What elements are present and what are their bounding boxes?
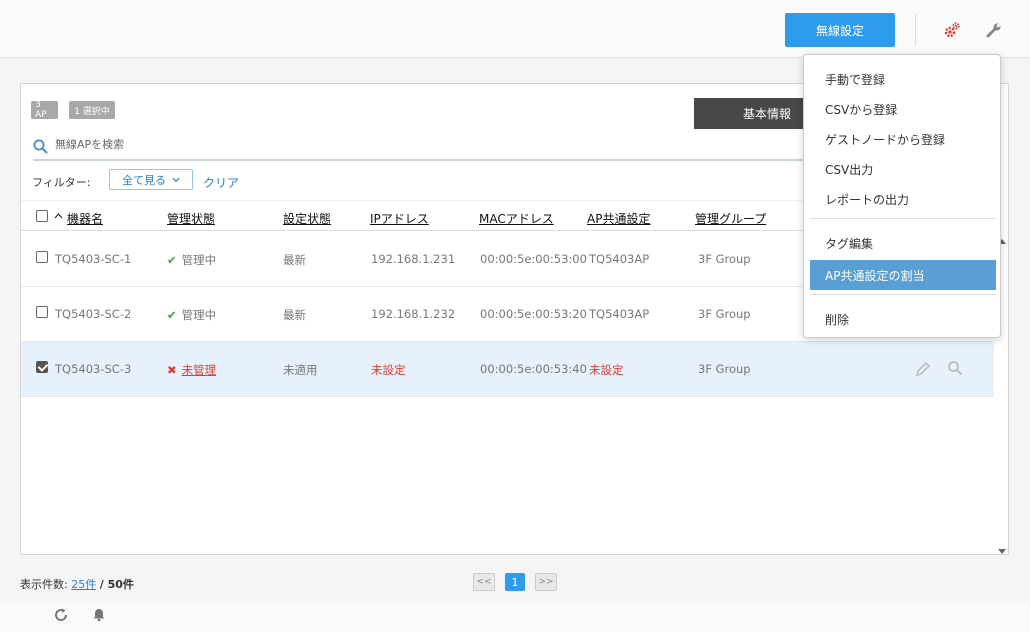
divider bbox=[915, 14, 916, 46]
menu-item-tag-edit[interactable]: タグ編集 bbox=[810, 228, 996, 258]
cell-group: 3F Group bbox=[698, 307, 751, 321]
cross-icon: ✖ bbox=[167, 363, 177, 377]
column-header-admin-status[interactable]: 管理状態 bbox=[167, 210, 215, 227]
cell-group: 3F Group bbox=[698, 252, 751, 266]
scroll-down-icon[interactable] bbox=[998, 549, 1006, 554]
bottom-bar bbox=[0, 601, 1030, 632]
cell-admin-status: ✔ 管理中 bbox=[167, 252, 216, 268]
admin-status-link[interactable]: 未管理 bbox=[182, 363, 217, 377]
cell-name: TQ5403-SC-1 bbox=[55, 252, 132, 266]
cell-ip: 192.168.1.231 bbox=[371, 252, 456, 266]
top-bar: 無線設定 bbox=[0, 0, 1030, 58]
next-page-button[interactable]: >> bbox=[535, 573, 557, 591]
cell-name: TQ5403-SC-3 bbox=[55, 362, 132, 376]
cell-mac: 00:00:5e:00:53:20 bbox=[480, 307, 587, 321]
bell-icon[interactable] bbox=[91, 606, 107, 625]
sort-asc-icon[interactable] bbox=[54, 209, 63, 223]
column-header-name[interactable]: 機器名 bbox=[67, 210, 103, 227]
search-icon[interactable] bbox=[947, 360, 963, 379]
menu-item-csv-export[interactable]: CSV出力 bbox=[810, 154, 996, 184]
cell-group: 3F Group bbox=[698, 362, 751, 376]
menu-item-csv-register[interactable]: CSVから登録 bbox=[810, 94, 996, 124]
table-row[interactable]: TQ5403-SC-3 ✖ 未管理 未適用 未設定 00:00:5e:00:53:… bbox=[21, 342, 994, 397]
wireless-settings-button[interactable]: 無線設定 bbox=[785, 13, 895, 47]
filter-label: フィルター: bbox=[32, 176, 91, 189]
search-input[interactable] bbox=[55, 138, 755, 151]
cell-ip: 未設定 bbox=[371, 363, 406, 377]
chevron-down-icon bbox=[172, 173, 180, 186]
prev-page-button[interactable]: << bbox=[473, 573, 495, 591]
cell-mac: 00:00:5e:00:53:00 bbox=[480, 252, 587, 266]
column-header-ip[interactable]: IPアドレス bbox=[370, 210, 429, 227]
select-all-checkbox[interactable] bbox=[36, 210, 48, 222]
check-icon: ✔ bbox=[167, 308, 177, 322]
column-header-config-status[interactable]: 設定状態 bbox=[283, 210, 331, 227]
row-checkbox[interactable] bbox=[36, 306, 48, 318]
cell-config-status: 未適用 bbox=[283, 363, 318, 377]
cell-ap-common: TQ5403AP bbox=[589, 307, 650, 321]
search-bar bbox=[33, 134, 823, 161]
admin-status-text: 管理中 bbox=[181, 253, 217, 267]
cell-config-status: 最新 bbox=[283, 253, 306, 267]
menu-item-assign-ap-common[interactable]: AP共通設定の割当 bbox=[810, 260, 996, 290]
wrench-icon[interactable] bbox=[984, 20, 1004, 40]
total-count: / 50件 bbox=[99, 578, 134, 591]
cell-config-status: 最新 bbox=[283, 308, 306, 322]
filter-select[interactable]: 全て見る bbox=[109, 169, 193, 190]
column-header-ap-common[interactable]: AP共通設定 bbox=[587, 210, 650, 227]
cell-ap-common: 未設定 bbox=[589, 363, 624, 377]
cell-mac: 00:00:5e:00:53:40 bbox=[480, 362, 587, 376]
row-checkbox[interactable] bbox=[36, 361, 48, 373]
menu-divider bbox=[810, 218, 996, 219]
column-header-group[interactable]: 管理グループ bbox=[695, 210, 766, 227]
display-count: 表示件数: 25件 / 50件 bbox=[20, 576, 134, 592]
menu-item-delete[interactable]: 削除 bbox=[810, 304, 996, 334]
menu-item-guest-node-register[interactable]: ゲストノードから登録 bbox=[810, 124, 996, 154]
search-icon bbox=[33, 139, 48, 157]
filter-select-value: 全て見る bbox=[122, 173, 166, 187]
per-page-link[interactable]: 25件 bbox=[71, 578, 96, 591]
cell-admin-status: ✔ 管理中 bbox=[167, 307, 216, 323]
menu-item-report-export[interactable]: レポートの出力 bbox=[810, 184, 996, 214]
display-count-label: 表示件数: bbox=[20, 578, 68, 591]
gears-icon[interactable] bbox=[942, 20, 962, 40]
admin-status-text: 管理中 bbox=[181, 308, 217, 322]
check-icon: ✔ bbox=[167, 253, 177, 267]
cell-ip: 192.168.1.232 bbox=[371, 307, 456, 321]
selected-count-badge: 1 選択中 bbox=[69, 101, 115, 119]
column-header-mac[interactable]: MACアドレス bbox=[479, 210, 554, 227]
refresh-icon[interactable] bbox=[53, 607, 69, 626]
cell-admin-status: ✖ 未管理 bbox=[167, 362, 216, 378]
ap-count-badge: 3 AP bbox=[31, 100, 58, 120]
action-menu: 手動で登録 CSVから登録 ゲストノードから登録 CSV出力 レポートの出力 タ… bbox=[803, 54, 1001, 338]
cell-name: TQ5403-SC-2 bbox=[55, 307, 132, 321]
row-checkbox[interactable] bbox=[36, 251, 48, 263]
pencil-icon[interactable] bbox=[914, 360, 932, 381]
page-1-button[interactable]: 1 bbox=[505, 573, 525, 591]
clear-filter-link[interactable]: クリア bbox=[203, 174, 239, 191]
menu-divider bbox=[810, 294, 996, 295]
cell-ap-common: TQ5403AP bbox=[589, 252, 650, 266]
menu-item-manual-register[interactable]: 手動で登録 bbox=[810, 64, 996, 94]
